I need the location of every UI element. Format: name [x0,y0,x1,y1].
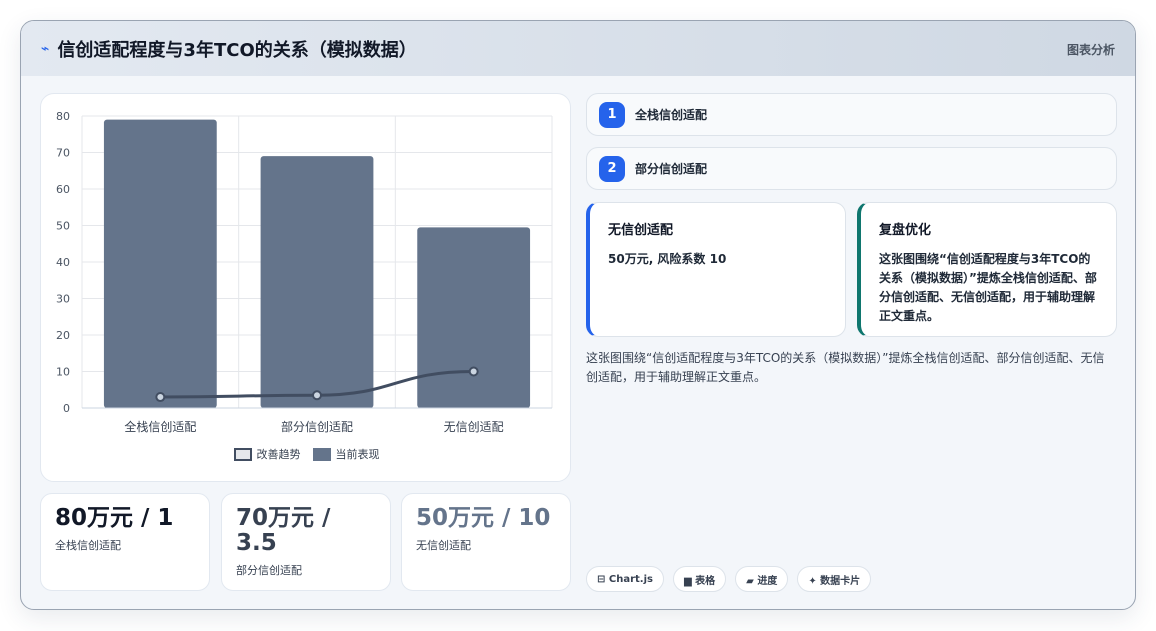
header-tag: 图表分析 [1066,43,1115,57]
step-number: 2 [599,155,625,182]
y-tick-label: 80 [56,110,70,123]
y-tick-label: 50 [56,220,70,233]
analysis-card: ⌁ 信创适配程度与3年TCO的关系（模拟数据） 图表分析 0 10 20 30 40 50… [20,20,1136,610]
kpi-card-full: 80万元 / 1 全栈信创适配 [40,493,210,591]
kpi-value: 70万元 / 3.5 [236,505,331,556]
y-tick-label: 40 [56,256,70,269]
kpi-card-none: 50万元 / 10 无信创适配 [401,493,571,591]
kpi-label: 部分信创适配 [236,564,302,577]
bar-1 [103,119,217,409]
chip-chartjs[interactable]: ⊟ Chart.js [586,566,664,592]
info-box-title: 无信创适配 [608,223,674,238]
bar-3 [417,227,531,408]
legend-swatch-line [233,447,252,461]
trend-point-1 [155,392,166,403]
step-item-2[interactable]: 2 部分信创适配 [586,147,1117,190]
legend-label-current: 当前表现 [335,448,380,461]
info-box: 无信创适配 50万元, 风险系数 10 [586,202,846,337]
summary-text: 这张图围绕“信创适配程度与3年TCO的关系（模拟数据）”提炼全栈信创适配、部分信… [586,351,1105,384]
review-box: 复盘优化 这张图围绕“信创适配程度与3年TCO的关系（模拟数据）”提炼全栈信创适… [857,202,1117,337]
step-item-1[interactable]: 1 全栈信创适配 [586,93,1117,136]
y-tick-label: 10 [56,366,70,379]
kpi-label: 无信创适配 [416,539,471,552]
y-tick-label: 0 [63,402,70,415]
pulse-icon: ⌁ [41,40,50,57]
legend-label-trend: 改善趋势 [256,448,301,461]
y-tick-label: 30 [56,293,70,306]
page-title: 信创适配程度与3年TCO的关系（模拟数据） [57,39,417,61]
trend-point-2 [312,390,322,401]
y-tick-label: 20 [56,329,70,342]
legend-item-current[interactable]: 当前表现 [312,446,380,462]
card-header: ⌁ 信创适配程度与3年TCO的关系（模拟数据） 图表分析 [21,21,1135,76]
kpi-value: 50万元 / 10 [416,505,551,531]
chart-legend: 改善趋势 当前表现 [41,446,572,462]
chart-panel: 0 10 20 30 40 50 60 70 80 全栈信创适配 部分信创适配 无信创适配 改善趋势 … [40,93,571,482]
y-tick-label: 70 [56,147,70,160]
step-number: 1 [599,101,625,128]
chip-table[interactable]: ▆ 表格 [672,566,727,592]
review-box-body: 这张图围绕“信创适配程度与3年TCO的关系（模拟数据）”提炼全栈信创适配、部分信… [879,252,1097,323]
bar-line-chart: 0 10 20 30 40 50 60 70 80 全栈信创适配 部分信创适配 无信创适配 [56,110,553,434]
bar-2 [260,156,374,408]
kpi-card-partial: 70万元 / 3.5 部分信创适配 [221,493,391,591]
trend-point-3 [468,366,479,377]
chip-row: ⊟ Chart.js ▆ 表格 ▰ 进度 ✦ 数据卡片 [586,566,872,592]
step-label: 全栈信创适配 [635,108,708,122]
x-tick-label: 无信创适配 [444,420,504,434]
legend-swatch-bar [312,447,331,461]
kpi-label: 全栈信创适配 [55,539,121,552]
legend-item-trend[interactable]: 改善趋势 [233,446,301,462]
chip-progress[interactable]: ▰ 进度 [735,566,789,592]
kpi-value: 80万元 / 1 [55,505,174,531]
x-tick-label: 部分信创适配 [281,419,353,434]
review-box-title: 复盘优化 [879,223,932,238]
step-label: 部分信创适配 [635,162,708,176]
chip-data-card[interactable]: ✦ 数据卡片 [797,566,872,592]
info-box-body: 50万元, 风险系数 10 [608,252,727,266]
x-tick-label: 全栈信创适配 [124,419,196,434]
y-tick-label: 60 [56,183,70,196]
